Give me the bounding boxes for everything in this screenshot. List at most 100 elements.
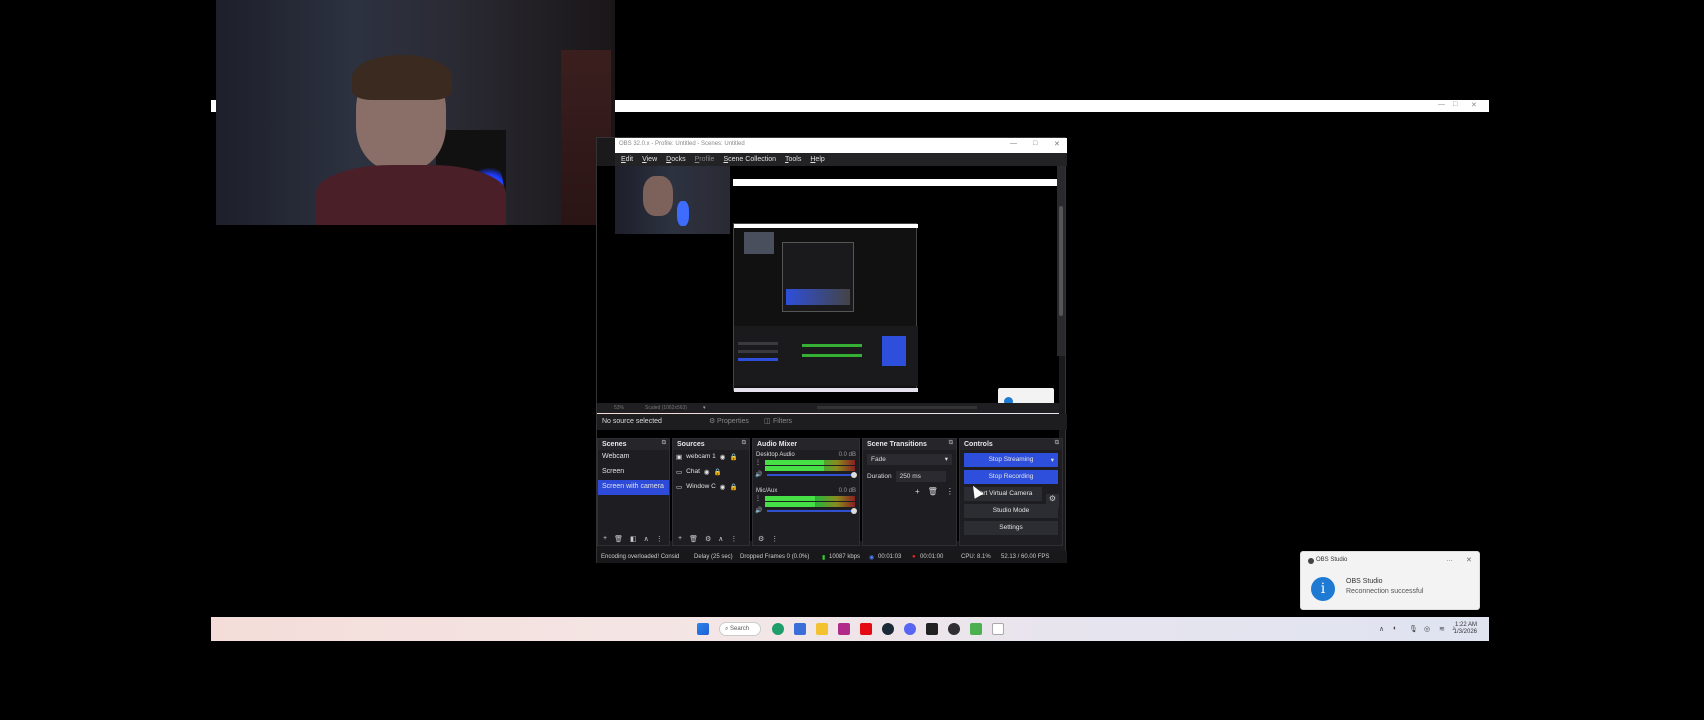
dock-float-icon[interactable]: ⧉ [1055, 440, 1059, 447]
volume-slider[interactable] [767, 472, 857, 478]
app-p-icon[interactable] [838, 623, 850, 635]
cam-hair [352, 55, 452, 100]
start-icon[interactable] [697, 623, 709, 635]
maximize-icon[interactable]: □ [1033, 140, 1037, 147]
obs-icon[interactable] [948, 623, 960, 635]
capcut-icon[interactable] [926, 623, 938, 635]
duration-input[interactable]: 250 ms [895, 471, 946, 482]
cpu-usage: CPU: 8.1% [961, 554, 991, 560]
add-scene-icon[interactable]: + [603, 535, 607, 543]
eye-icon[interactable]: ◉ [720, 453, 726, 462]
source-item-webcam[interactable]: ▣ webcam 1 ◉ 🔒 [673, 450, 749, 465]
mic-tray-icon[interactable]: ◎ [1424, 625, 1430, 633]
menu-docks[interactable]: Docks [666, 156, 685, 163]
close-icon[interactable]: ✕ [1466, 556, 1472, 564]
file-explorer-icon[interactable] [816, 623, 828, 635]
gear-icon[interactable]: ⚙ [709, 417, 715, 425]
delete-source-icon[interactable]: 🗑 [689, 535, 698, 543]
more-icon[interactable]: ⋮ [771, 535, 778, 543]
stream-icon: ◉ [869, 555, 875, 561]
edge-icon[interactable] [772, 623, 784, 635]
tray-app-icon[interactable]: ◐ [1393, 625, 1397, 632]
lock-icon[interactable]: 🔒 [729, 483, 737, 492]
source-item-chat[interactable]: ▭ Chat ◉ 🔒 [673, 465, 749, 480]
netflix-icon[interactable] [860, 623, 872, 635]
close-icon[interactable]: ✕ [1054, 140, 1060, 148]
stop-streaming-button[interactable]: Stop Streaming ▾ [964, 453, 1058, 467]
record-icon: ● [912, 554, 916, 560]
zoom-level[interactable]: 53% [614, 405, 624, 411]
move-up-icon[interactable]: ∧ [644, 535, 649, 543]
dock-float-icon[interactable]: ⧉ [662, 440, 666, 447]
preview-scrollbar[interactable] [1057, 166, 1065, 356]
scaled-label[interactable]: Scaled (1062x563) [645, 405, 687, 411]
delete-scene-icon[interactable]: 🗑 [614, 535, 623, 543]
transition-select[interactable]: Fade ▾ [867, 454, 952, 465]
close-icon[interactable]: ✕ [1471, 101, 1477, 109]
lock-icon[interactable]: 🔒 [729, 453, 737, 462]
menu-scene-collection[interactable]: Scene Collection [723, 156, 776, 163]
more-icon[interactable]: ⋮ [730, 535, 737, 543]
discord-icon[interactable] [904, 623, 916, 635]
preview-webcam [615, 166, 730, 234]
speaker-icon[interactable]: 🔊 [755, 471, 762, 478]
scene-item-screen[interactable]: Screen [598, 465, 669, 480]
maximize-icon[interactable]: □ [1453, 101, 1457, 108]
lock-icon[interactable]: 🔒 [714, 468, 722, 477]
notepad-icon[interactable] [992, 623, 1004, 635]
scene-item-webcam[interactable]: Webcam [598, 450, 669, 465]
menu-bar: Edit View Docks Profile Scene Collection… [615, 153, 1067, 166]
wifi-icon[interactable]: ≋ [1439, 625, 1445, 633]
chevron-down-icon[interactable]: ▾ [1051, 456, 1054, 464]
minimize-icon[interactable]: — [1010, 140, 1017, 147]
menu-view[interactable]: View [642, 156, 657, 163]
store-icon[interactable] [794, 623, 806, 635]
delete-transition-icon[interactable]: 🗑 [928, 487, 938, 496]
more-icon[interactable]: ⋮ [755, 495, 761, 502]
speaker-icon[interactable]: 🔊 [755, 507, 762, 514]
scene-item-screen-with-camera[interactable]: Screen with camera [598, 480, 669, 495]
volume-slider[interactable] [767, 508, 857, 514]
dock-float-icon[interactable]: ⧉ [949, 440, 953, 447]
advanced-audio-icon[interactable]: ⚙ [758, 535, 764, 543]
source-toolbar: No source selected ⚙ Properties ◫ Filter… [597, 414, 1067, 430]
no-source-label: No source selected [602, 418, 662, 425]
duration-label: Duration [867, 473, 892, 480]
add-source-icon[interactable]: + [678, 535, 682, 543]
toast-notification[interactable]: OBS Studio … ✕ i OBS Studio Reconnection… [1300, 551, 1480, 610]
chevron-down-icon[interactable]: ▾ [703, 405, 706, 411]
filters-button[interactable]: Filters [773, 418, 792, 425]
steam-icon[interactable] [882, 623, 894, 635]
scene-filters-icon[interactable]: ◧ [630, 535, 637, 543]
move-up-icon[interactable]: ∧ [718, 535, 723, 543]
menu-help[interactable]: Help [810, 156, 824, 163]
more-icon[interactable]: ⋮ [946, 487, 954, 496]
preview-hscroll[interactable] [817, 406, 977, 409]
dock-float-icon[interactable]: ⧉ [742, 440, 746, 447]
filter-icon[interactable]: ◫ [764, 417, 771, 425]
studio-mode-button[interactable]: Studio Mode [964, 504, 1058, 518]
source-item-window[interactable]: ▭ Window C ◉ 🔒 [673, 480, 749, 495]
cam-shirt [316, 165, 506, 225]
taskbar-search[interactable]: ⌕ Search [719, 622, 761, 636]
add-transition-icon[interactable]: + [915, 487, 920, 496]
stop-recording-button[interactable]: Stop Recording [964, 470, 1058, 484]
menu-profile[interactable]: Profile [695, 156, 715, 163]
source-gear-icon[interactable]: ⚙ [705, 535, 711, 543]
properties-button[interactable]: Properties [717, 418, 749, 425]
eye-icon[interactable]: ◉ [720, 483, 726, 492]
audio-mixer-header: Audio Mixer [753, 439, 859, 450]
chevron-up-icon[interactable]: ∧ [1379, 625, 1384, 633]
camera-icon: ▣ [676, 454, 683, 461]
more-icon[interactable]: ⋮ [755, 459, 761, 466]
menu-edit[interactable]: Edit [621, 156, 633, 163]
settings-button[interactable]: Settings [964, 521, 1058, 535]
eye-icon[interactable]: ◉ [704, 468, 710, 477]
minecraft-icon[interactable] [970, 623, 982, 635]
menu-tools[interactable]: Tools [785, 156, 801, 163]
microphone-icon[interactable]: 🎙 [1409, 625, 1418, 633]
minimize-icon[interactable]: — [1438, 101, 1445, 108]
more-icon[interactable]: … [1446, 556, 1453, 563]
more-icon[interactable]: ⋮ [656, 535, 663, 543]
clock[interactable]: 1:22 AM 1/3/2026 [1454, 622, 1477, 636]
